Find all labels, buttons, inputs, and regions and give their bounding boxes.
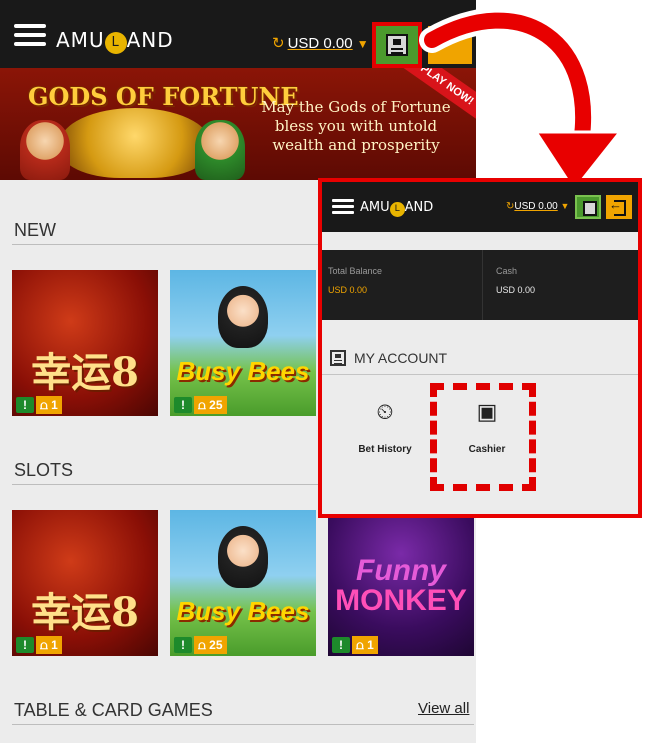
total-balance-value: USD 0.00	[328, 285, 368, 295]
section-title-slots: SLOTS	[14, 460, 74, 480]
balance-amount: USD 0.00	[514, 201, 558, 212]
total-balance: Total Balance USD 0.00	[328, 266, 382, 295]
game-tile-busy-bees[interactable]: Busy Bees ! ⩍ 25	[170, 270, 316, 416]
section-title-new: NEW	[14, 220, 56, 240]
view-all-link[interactable]: View all	[418, 700, 469, 717]
section-title-table-card: TABLE & CARD GAMES	[14, 700, 213, 720]
section-divider	[12, 724, 474, 725]
game-tile-funny-monkey[interactable]: Funny MONKEY ! ⩍ 1	[328, 510, 474, 656]
bet-history-icon: ⏲	[376, 399, 394, 424]
info-icon[interactable]: !	[332, 637, 350, 653]
bee-character-image	[218, 526, 268, 588]
game-title: 幸运8	[31, 589, 139, 636]
info-icon[interactable]: !	[16, 397, 34, 413]
cash-label: Cash	[496, 266, 518, 276]
bee-character-image	[218, 286, 268, 348]
divider	[482, 250, 483, 320]
balance-display[interactable]: ↻USD 0.00 ▼	[272, 34, 369, 52]
banner-tagline: May the Gods of Fortune bless you with u…	[261, 98, 451, 154]
game-title: Funny MONKEY	[335, 554, 467, 617]
game-title: 幸运8	[31, 349, 139, 396]
balance-summary: Total Balance USD 0.00 Cash USD 0.00	[322, 250, 638, 320]
hamburger-menu-icon[interactable]	[14, 24, 46, 46]
cash-balance: Cash USD 0.00	[496, 266, 535, 295]
game-info-bar: ! ⩍ 1	[12, 394, 158, 416]
info-icon[interactable]: !	[174, 637, 192, 653]
paylines-badge: ⩍ 1	[36, 396, 62, 414]
amuland-logo[interactable]: AMU L AND	[360, 200, 433, 217]
chevron-down-icon[interactable]: ▼	[561, 201, 570, 211]
amuland-logo[interactable]: AMU L AND	[56, 28, 174, 54]
bet-history-button[interactable]: ⏲ Bet History	[336, 378, 434, 474]
panel-top-bar: AMU L AND ↻USD 0.00 ▼	[322, 182, 638, 232]
game-tile-lucky8[interactable]: 幸运8 ! ⩍ 1	[12, 510, 158, 656]
account-button[interactable]	[372, 22, 422, 68]
refresh-icon[interactable]: ↻	[272, 35, 285, 52]
hamburger-menu-icon[interactable]	[332, 199, 354, 214]
paylines-badge: ⩍ 25	[194, 396, 227, 414]
game-info-bar: ! ⩍ 25	[170, 394, 316, 416]
spacer	[322, 232, 638, 250]
info-icon[interactable]: !	[16, 637, 34, 653]
my-account-label: MY ACCOUNT	[354, 350, 448, 366]
paylines-badge: ⩍ 1	[36, 636, 62, 654]
account-icon	[386, 34, 408, 56]
game-title: Busy Bees	[176, 356, 310, 386]
info-icon[interactable]: !	[174, 397, 192, 413]
cash-value: USD 0.00	[496, 285, 536, 295]
game-info-bar: ! ⩍ 25	[170, 634, 316, 656]
cashier-highlight-box	[430, 383, 536, 491]
account-menu-callout: AMULAND ↻USD 0.00 ▼ Total Balance USD 0.…	[318, 178, 642, 518]
logout-icon[interactable]	[606, 195, 632, 219]
chevron-down-icon[interactable]: ▼	[357, 37, 369, 51]
exit-button[interactable]	[428, 26, 472, 64]
paylines-badge: ⩍ 1	[352, 636, 378, 654]
account-icon	[330, 350, 346, 366]
logo-mark: L	[389, 202, 405, 217]
section-divider	[322, 374, 638, 375]
promo-banner[interactable]: GODS OF FORTUNE May the Gods of Fortune …	[0, 68, 476, 180]
paylines-badge: ⩍ 25	[194, 636, 227, 654]
treasure-bowl-image	[60, 108, 210, 178]
game-tile-busy-bees[interactable]: Busy Bees ! ⩍ 25	[170, 510, 316, 656]
game-title: Busy Bees	[176, 596, 310, 626]
game-tile-lucky8[interactable]: 幸运8 ! ⩍ 1	[12, 270, 158, 416]
bet-history-label: Bet History	[358, 444, 412, 455]
top-bar: AMU L AND ↻ USD 0.00 ▼	[0, 0, 476, 68]
balance-amount: USD 0.00	[287, 35, 353, 52]
game-info-bar: ! ⩍ 1	[328, 634, 474, 656]
my-account-heading: MY ACCOUNT	[330, 350, 447, 366]
total-balance-label: Total Balance	[328, 266, 383, 276]
logo-mark: L	[104, 32, 127, 54]
fortune-god-left-image	[20, 120, 70, 180]
account-button[interactable]	[575, 195, 601, 219]
fortune-god-right-image	[195, 120, 245, 180]
balance-display[interactable]: ↻USD 0.00 ▼	[506, 201, 569, 212]
game-info-bar: ! ⩍ 1	[12, 634, 158, 656]
